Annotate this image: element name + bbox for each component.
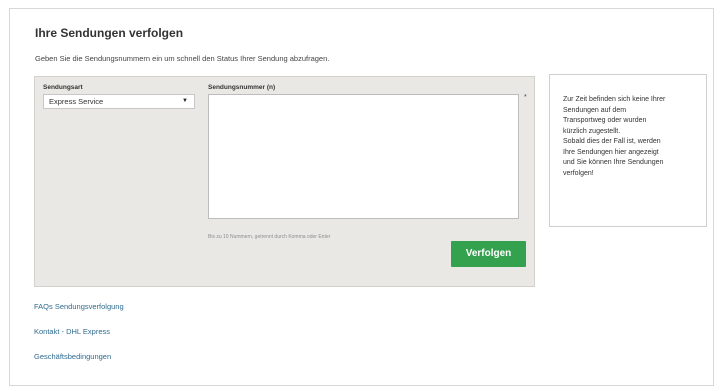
- page-title: Ihre Sendungen verfolgen: [35, 26, 184, 40]
- info-line: kürzlich zugestellt.: [563, 127, 621, 135]
- info-line: verfolgen!: [563, 169, 594, 177]
- info-line: Zur Zeit befinden sich keine Ihrer: [563, 96, 666, 103]
- tracking-number-label: Sendungsnummer (n): [208, 84, 276, 91]
- shipment-type-label: Sendungsart: [43, 84, 83, 91]
- page-intro: Geben Sie die Sendungsnummern ein um sch…: [35, 54, 330, 63]
- info-line: und Sie können Ihre Sendungen: [563, 159, 664, 166]
- info-line: Ihre Sendungen hier angezeigt: [563, 148, 659, 156]
- info-line: Transportweg oder wurden: [563, 117, 647, 124]
- tracking-hint: Bis zu 10 Nummern, getrennt durch Komma …: [208, 234, 331, 240]
- tracking-form-panel: Sendungsart Express Service ▼ Sendungsnu…: [34, 76, 535, 287]
- contact-link[interactable]: Kontakt - DHL Express: [34, 327, 110, 336]
- shipment-type-select[interactable]: Express Service ▼: [43, 94, 195, 109]
- faq-link[interactable]: FAQs Sendungsverfolgung: [34, 302, 124, 311]
- track-button[interactable]: Verfolgen: [451, 241, 526, 267]
- info-line: Sobald dies der Fall ist, werden: [563, 138, 661, 145]
- tracking-number-input[interactable]: [208, 94, 519, 219]
- caret-down-icon: ▼: [182, 98, 188, 104]
- shipment-type-value: Express Service: [49, 97, 104, 106]
- info-box: Zur Zeit befinden sich keine Ihrer Sendu…: [549, 74, 707, 227]
- terms-link[interactable]: Geschäftsbedingungen: [34, 352, 111, 361]
- required-mark: *: [524, 94, 527, 101]
- info-line: Sendungen auf dem: [563, 106, 627, 114]
